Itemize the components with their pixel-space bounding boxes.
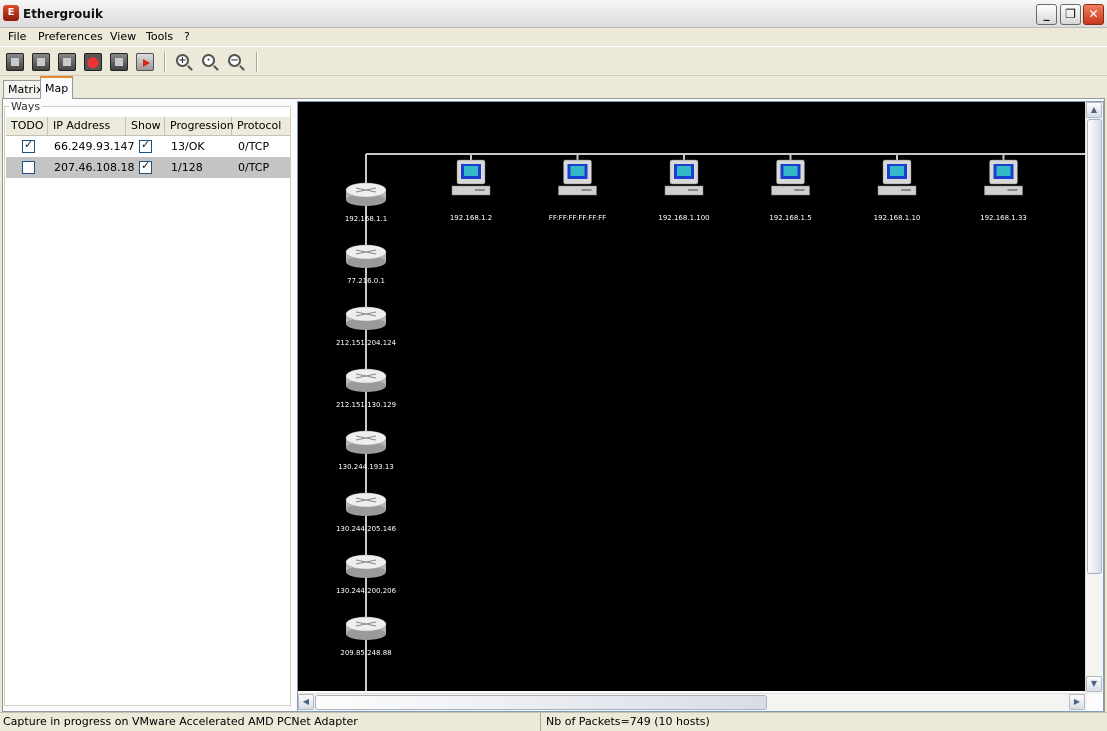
router-label: 130.244.205.146: [336, 525, 397, 533]
toolbar-separator: [164, 52, 166, 72]
computer-screen: [570, 166, 585, 176]
table-row[interactable]: 207.46.108.18 1/128 0/TCP: [6, 157, 290, 178]
capture-stop-icon[interactable]: [58, 53, 76, 71]
zoom-in-icon[interactable]: +: [176, 54, 189, 67]
scroll-up-button[interactable]: ▲: [1086, 102, 1102, 118]
router-label: 130.244.193.13: [338, 463, 394, 471]
app-logo-icon: E: [3, 5, 19, 21]
network-map[interactable]: 192.168.1.1 77.216.0.1 212.151.204.124 212.…: [298, 102, 1086, 691]
menu-tools[interactable]: Tools: [146, 30, 173, 43]
column-header-show[interactable]: Show: [126, 117, 165, 136]
router-label: 209.85.248.88: [340, 649, 391, 657]
router-node[interactable]: 192.168.1.1: [345, 182, 387, 223]
close-button[interactable]: ✕: [1083, 4, 1104, 25]
scroll-left-button[interactable]: ◀: [298, 694, 314, 710]
column-header-protocol[interactable]: Protocol: [232, 117, 290, 136]
status-bar: Capture in progress on VMware Accelerate…: [0, 712, 1107, 731]
title-bar: E Ethergrouik _ ❐ ✕: [0, 0, 1107, 28]
todo-checkbox[interactable]: [22, 161, 35, 174]
router-node[interactable]: 209.85.248.88: [340, 616, 392, 657]
record-icon[interactable]: [84, 53, 102, 71]
menu-preferences[interactable]: Preferences: [38, 30, 103, 43]
restore-button[interactable]: ❐: [1060, 4, 1081, 25]
router-node[interactable]: 77.216.0.1: [345, 244, 387, 285]
column-header-progression[interactable]: Progression: [165, 117, 234, 136]
packet-count-status: Nb of Packets=749 (10 hosts): [546, 715, 710, 728]
horizontal-scrollbar[interactable]: ◀ ▶: [298, 693, 1087, 711]
computer-drive: [1007, 189, 1018, 191]
router-label: 212.151.204.124: [336, 339, 397, 347]
progression-cell: 13/OK: [171, 140, 205, 153]
show-checkbox[interactable]: [139, 138, 152, 153]
computer-screen: [890, 166, 904, 176]
computer-drive: [901, 189, 911, 191]
computer-screen: [783, 166, 798, 176]
tab-map[interactable]: Map: [40, 76, 74, 99]
computer-screen: [464, 166, 478, 176]
host-node[interactable]: 192.168.1.5: [769, 154, 812, 222]
host-label: 192.168.1.2: [450, 214, 492, 222]
host-node[interactable]: 192.168.1.100: [658, 154, 710, 222]
computer-drive: [475, 189, 485, 191]
host-node[interactable]: 192.168.1.2: [450, 154, 492, 222]
scroll-down-button[interactable]: ▼: [1086, 676, 1102, 692]
protocol-cell: 0/TCP: [238, 161, 270, 174]
router-label: 192.168.1.1: [345, 215, 387, 223]
scroll-right-button[interactable]: ▶: [1069, 694, 1085, 710]
menu-help[interactable]: ?: [184, 30, 190, 43]
router-label: 77.216.0.1: [347, 277, 385, 285]
ways-panel: Ways TODO IP Address Show Progression Pr…: [4, 100, 291, 706]
computer-drive: [581, 189, 592, 191]
host-node[interactable]: 192.168.1.33: [980, 154, 1027, 222]
horizontal-scroll-thumb[interactable]: [315, 695, 767, 710]
computer-drive: [794, 189, 805, 191]
router-node[interactable]: 130.244.200.206: [336, 554, 397, 595]
router-label: 130.244.200.206: [336, 587, 397, 595]
protocol-cell: 0/TCP: [238, 140, 270, 153]
todo-checkbox[interactable]: [22, 138, 35, 153]
computer-drive: [688, 189, 698, 191]
capture-status: Capture in progress on VMware Accelerate…: [0, 713, 541, 731]
capture-start-icon[interactable]: [6, 53, 24, 71]
router-node[interactable]: 212.151.204.124: [336, 306, 397, 347]
exit-icon[interactable]: [136, 53, 154, 71]
ip-address-cell: 66.249.93.147: [54, 140, 135, 153]
host-node[interactable]: FF:FF:FF:FF:FF:FF: [549, 154, 606, 222]
host-label: FF:FF:FF:FF:FF:FF: [549, 214, 606, 222]
computer-screen: [677, 166, 691, 176]
computer-screen: [996, 166, 1011, 176]
router-label: 212.151.130.129: [336, 401, 396, 409]
host-node[interactable]: 192.168.1.10: [874, 154, 921, 222]
save-capture-icon[interactable]: [110, 53, 128, 71]
host-label: 192.168.1.33: [980, 214, 1027, 222]
zoom-fit-icon[interactable]: ·: [202, 54, 215, 67]
window-title: Ethergrouik: [23, 7, 103, 21]
show-checkbox[interactable]: [139, 159, 152, 174]
toolbar: + · −: [0, 46, 1107, 76]
toolbar-separator: [256, 52, 258, 72]
capture-pause-icon[interactable]: [32, 53, 50, 71]
menu-bar: File Preferences View Tools ?: [0, 28, 1107, 46]
ip-address-cell: 207.46.108.18: [54, 161, 135, 174]
vertical-scrollbar[interactable]: ▲ ▼: [1085, 102, 1103, 694]
column-header-todo[interactable]: TODO: [6, 117, 48, 136]
progression-cell: 1/128: [171, 161, 203, 174]
host-label: 192.168.1.100: [658, 214, 709, 222]
vertical-scroll-thumb[interactable]: [1087, 119, 1102, 574]
menu-file[interactable]: File: [8, 30, 26, 43]
minimize-button[interactable]: _: [1036, 4, 1057, 25]
ways-table-header: TODO IP Address Show Progression Protoco…: [6, 117, 290, 136]
host-label: 192.168.1.5: [769, 214, 811, 222]
router-node[interactable]: 212.151.130.129: [336, 368, 396, 409]
table-row[interactable]: 66.249.93.147 13/OK 0/TCP: [6, 136, 290, 157]
ways-title: Ways: [9, 100, 43, 113]
router-node[interactable]: 130.244.193.13: [338, 430, 394, 471]
map-view: 192.168.1.1 77.216.0.1 212.151.204.124 212.…: [297, 101, 1104, 712]
host-label: 192.168.1.10: [874, 214, 921, 222]
zoom-out-icon[interactable]: −: [228, 54, 241, 67]
menu-view[interactable]: View: [110, 30, 136, 43]
column-header-ip-address[interactable]: IP Address: [48, 117, 126, 136]
router-node[interactable]: 130.244.205.146: [336, 492, 397, 533]
network-map-canvas: 192.168.1.1 77.216.0.1 212.151.204.124 212.…: [336, 153, 1086, 691]
